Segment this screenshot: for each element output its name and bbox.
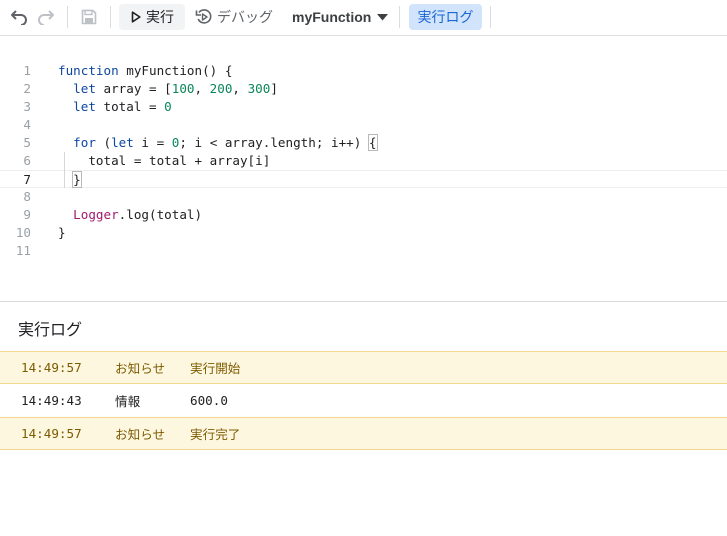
code-token: ] [270,81,278,96]
line-number: 4 [23,117,31,132]
line-number: 3 [23,99,31,114]
code-text: let array = [100, 200, 300] [58,80,278,98]
undo-button[interactable] [8,7,30,27]
code-text: } [58,224,66,242]
code-token: total = [95,99,165,114]
redo-icon [38,10,54,25]
toolbar: 実行 デバッグ myFunction 実行ログ [0,0,727,36]
code-token: } [72,171,82,188]
line-number: 8 [23,189,31,204]
code-line[interactable]: 2 let array = [100, 200, 300] [0,80,727,98]
log-level: お知らせ [115,362,166,376]
code-token: , [232,81,248,96]
play-icon [131,11,141,23]
code-token: { [367,134,378,151]
toolbar-divider [490,6,491,28]
log-time: 14:49:57 [21,426,82,441]
log-time: 14:49:43 [21,393,82,408]
log-level: お知らせ [115,428,166,442]
code-token: 100 [171,81,195,96]
code-text: total = total + array[i] [58,152,270,170]
code-token: myFunction() { [118,63,233,78]
code-token: total = total + array[i] [58,153,271,168]
code-token: 200 [209,81,233,96]
code-token: 0 [164,99,172,114]
debug-label: デバッグ [217,9,273,25]
log-row: 14:49:57 お知らせ 実行開始 [0,351,727,384]
log-message: 実行完了 [190,428,241,442]
indent-guide [64,152,65,188]
function-select-value: myFunction [292,9,372,25]
log-time: 14:49:57 [21,360,82,375]
code-token: array = [ [95,81,172,96]
line-number: 11 [15,243,31,258]
code-token: i = [133,135,172,150]
code-text: Logger.log(total) [58,206,202,224]
code-token: for [73,135,96,150]
code-token: let [73,99,96,114]
code-token: .log(total) [118,207,203,222]
debug-icon [195,9,212,24]
code-token: , [194,81,210,96]
line-number: 5 [23,135,31,150]
save-button[interactable] [79,7,99,27]
code-line[interactable]: 7 } [0,170,727,188]
code-token: Logger [73,207,119,222]
caret-down-icon [377,13,389,20]
code-line[interactable]: 1 function myFunction() { [0,62,727,80]
code-text: for (let i = 0; i < array.length; i++) { [58,134,378,152]
code-line[interactable]: 9 Logger.log(total) [0,206,727,224]
code-line[interactable]: 6 total = total + array[i] [0,152,727,170]
execution-log-button[interactable]: 実行ログ [409,4,482,30]
log-row: 14:49:43 情報 600.0 [0,384,727,417]
toolbar-divider [110,6,111,28]
code-line[interactable]: 5 for (let i = 0; i < array.length; i++)… [0,134,727,152]
line-number: 9 [23,207,31,222]
code-token: ; i < array.length; i++) [179,135,369,150]
code-token: 300 [247,81,271,96]
execution-log-label: 実行ログ [417,9,474,25]
code-editor[interactable]: 1 function myFunction() {2 let array = [1… [0,36,727,302]
line-number: 2 [23,81,31,96]
redo-button[interactable] [35,7,57,27]
execution-log-title: 実行ログ [18,322,83,339]
run-label: 実行 [146,9,174,25]
line-number: 10 [15,225,31,240]
log-row: 14:49:57 お知らせ 実行完了 [0,417,727,450]
line-number: 1 [23,63,31,78]
code-token: } [58,225,66,240]
code-token: function [58,63,119,78]
code-text: } [58,171,82,189]
log-message: 600.0 [190,393,228,408]
code-text: function myFunction() { [58,62,232,80]
line-number: 6 [23,153,31,168]
undo-icon [11,10,27,25]
toolbar-divider [67,6,68,28]
run-button[interactable]: 実行 [119,4,185,30]
code-line[interactable]: 4 [0,116,727,134]
code-token: let [111,135,134,150]
code-line[interactable]: 8 [0,188,727,206]
log-level: 情報 [115,395,141,409]
debug-button[interactable]: デバッグ [195,4,273,30]
code-line[interactable]: 11 [0,242,727,260]
code-line[interactable]: 10} [0,224,727,242]
code-line[interactable]: 3 let total = 0 [0,98,727,116]
log-message: 実行開始 [190,362,241,376]
function-select[interactable]: myFunction [292,4,389,30]
code-token: let [73,81,96,96]
toolbar-divider [399,6,400,28]
code-token: ( [95,135,112,150]
line-number: 7 [23,172,31,187]
save-icon [81,9,97,25]
code-text: let total = 0 [58,98,172,116]
